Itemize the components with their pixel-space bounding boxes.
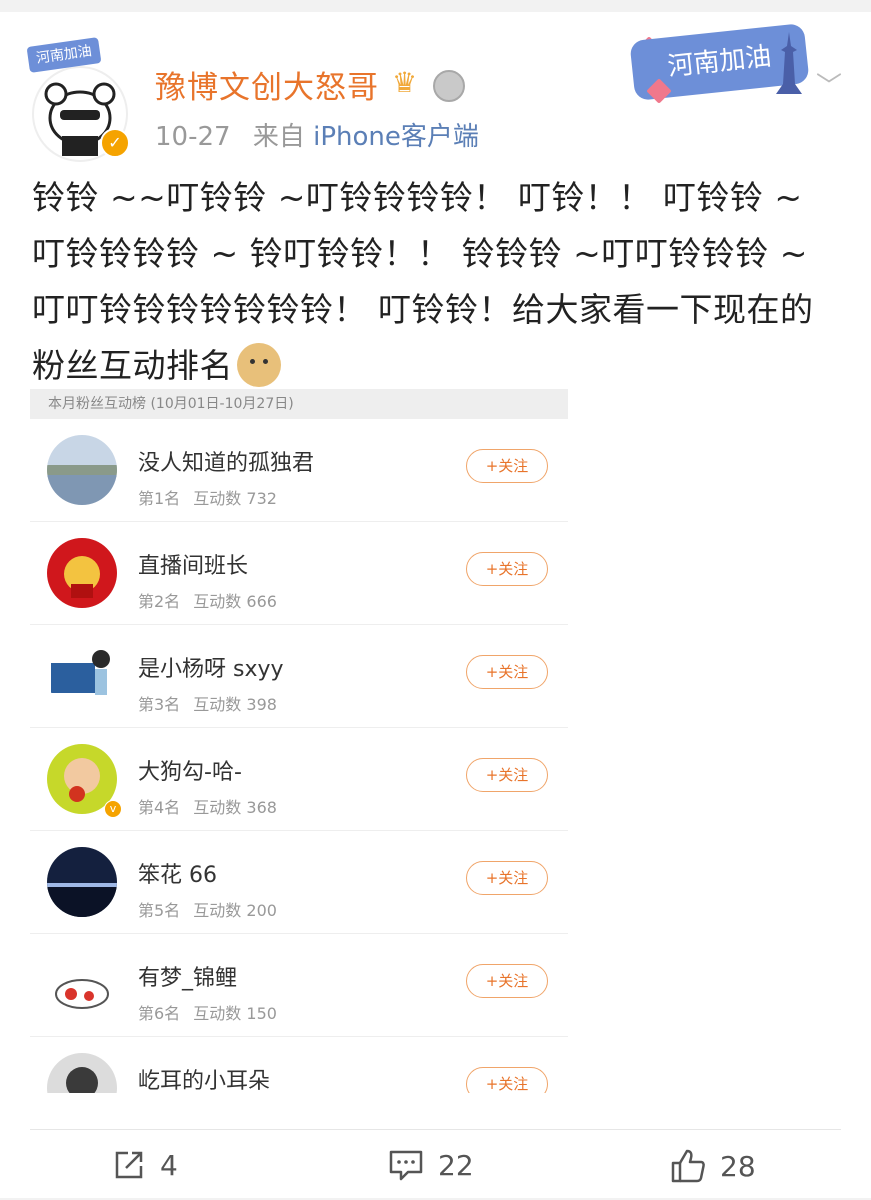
- rank-user-name: 笨花 66: [138, 863, 217, 888]
- weibo-post-card: 河南加油 ✓ 豫博文创大怒哥 ♛ 10-27 来自 iPhone客户端 河南加油…: [0, 12, 871, 1198]
- rank-user-name: 是小杨呀 sxyy: [138, 657, 284, 682]
- crown-icon[interactable]: ♛: [392, 66, 417, 99]
- doge-emoji-icon: [237, 343, 281, 387]
- rank-row: 直播间班长 第2名 互动数 666 +关注: [30, 522, 568, 625]
- tower-icon: [776, 32, 802, 94]
- like-button[interactable]: 28: [670, 1148, 756, 1184]
- thumbs-up-icon: [671, 1149, 705, 1183]
- fan-rank-image[interactable]: 本月粉丝互动榜 (10月01日-10月27日) 没人知道的孤独君 第1名 互动数…: [30, 389, 568, 1093]
- rank-user-name: 有梦_锦鲤: [138, 966, 238, 991]
- post-text: 铃铃 ~~叮铃铃 ~叮铃铃铃铃！ 叮铃！！ 叮铃铃 ~叮铃铃铃铃 ~ 铃叮铃铃！…: [32, 170, 832, 394]
- repost-button[interactable]: 4: [112, 1148, 178, 1182]
- rank-user-name: 大狗勾-哈-: [138, 760, 242, 785]
- rank-stat: 第3名 互动数 398: [138, 695, 277, 714]
- rank-user-name: 屹耳的小耳朵: [138, 1069, 271, 1093]
- follow-button[interactable]: +关注: [466, 758, 548, 792]
- medal-icon[interactable]: [433, 70, 465, 102]
- follow-button[interactable]: +关注: [466, 552, 548, 586]
- avatar: [47, 538, 117, 608]
- post-time: 10-27: [155, 122, 231, 152]
- verified-icon: ✓: [100, 128, 130, 158]
- rank-stat: 第4名 互动数 368: [138, 798, 277, 817]
- like-count: 28: [720, 1149, 756, 1183]
- comment-button[interactable]: 22: [388, 1148, 474, 1182]
- rank-row: 屹耳的小耳朵 +关注: [30, 1037, 568, 1093]
- rank-header: 本月粉丝互动榜 (10月01日-10月27日): [30, 389, 568, 419]
- divider: [30, 1129, 841, 1130]
- follow-button[interactable]: +关注: [466, 449, 548, 483]
- avatar: [47, 1053, 117, 1093]
- rank-stat: 第1名 互动数 732: [138, 489, 277, 508]
- avatar: [47, 641, 117, 711]
- rank-stat: 第2名 互动数 666: [138, 592, 277, 611]
- repost-icon: [115, 1151, 143, 1179]
- avatar: [47, 847, 117, 917]
- source-prefix: 来自: [252, 122, 305, 152]
- rank-row: 是小杨呀 sxyy 第3名 互动数 398 +关注: [30, 625, 568, 728]
- avatar: [47, 435, 117, 505]
- rank-row: 笨花 66 第5名 互动数 200 +关注: [30, 831, 568, 934]
- rank-user-name: 没人知道的孤独君: [138, 451, 315, 476]
- follow-button[interactable]: +关注: [466, 1067, 548, 1093]
- rank-stat: 第5名 互动数 200: [138, 901, 277, 920]
- rank-user-name: 直播间班长: [138, 554, 249, 579]
- comment-count: 22: [438, 1148, 474, 1182]
- post-text-content: 铃铃 ~~叮铃铃 ~叮铃铃铃铃！ 叮铃！！ 叮铃铃 ~叮铃铃铃铃 ~ 铃叮铃铃！…: [32, 178, 814, 385]
- rank-stat: 第6名 互动数 150: [138, 1004, 277, 1023]
- avatar: [47, 950, 117, 1020]
- author-avatar-group[interactable]: 河南加油 ✓: [26, 37, 130, 162]
- follow-button[interactable]: +关注: [466, 964, 548, 998]
- follow-button[interactable]: +关注: [466, 861, 548, 895]
- post-source[interactable]: iPhone客户端: [313, 122, 479, 152]
- comment-icon: [389, 1150, 423, 1181]
- rank-row: 有梦_锦鲤 第6名 互动数 150 +关注: [30, 934, 568, 1037]
- author-name[interactable]: 豫博文创大怒哥: [155, 62, 379, 107]
- repost-count: 4: [160, 1148, 178, 1182]
- rank-row: 没人知道的孤独君 第1名 互动数 732 +关注: [30, 419, 568, 522]
- rank-row: v 大狗勾-哈- 第4名 互动数 368 +关注: [30, 728, 568, 831]
- chevron-down-icon[interactable]: ﹀: [816, 66, 842, 103]
- post-meta: 10-27 来自 iPhone客户端: [155, 116, 479, 153]
- follow-button[interactable]: +关注: [466, 655, 548, 689]
- verified-icon: v: [104, 800, 122, 818]
